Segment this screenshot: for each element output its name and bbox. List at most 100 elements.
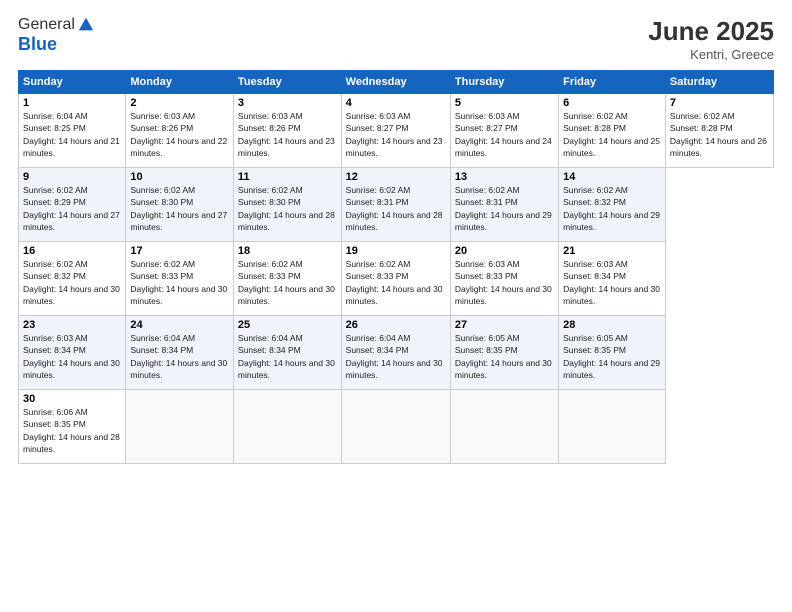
calendar-cell: 19Sunrise: 6:02 AMSunset: 8:33 PMDayligh… xyxy=(341,242,450,316)
page: General Blue June 2025 Kentri, Greece Su… xyxy=(0,0,792,612)
day-info: Sunrise: 6:02 AMSunset: 8:32 PMDaylight:… xyxy=(23,258,121,307)
day-info: Sunrise: 6:02 AMSunset: 8:33 PMDaylight:… xyxy=(346,258,446,307)
day-info: Sunrise: 6:03 AMSunset: 8:26 PMDaylight:… xyxy=(238,110,337,159)
day-info: Sunrise: 6:04 AMSunset: 8:34 PMDaylight:… xyxy=(238,332,337,381)
day-number: 18 xyxy=(238,245,337,257)
day-number: 11 xyxy=(238,171,337,183)
col-header-thursday: Thursday xyxy=(450,71,558,94)
day-number: 20 xyxy=(455,245,554,257)
day-info: Sunrise: 6:02 AMSunset: 8:29 PMDaylight:… xyxy=(23,184,121,233)
day-number: 5 xyxy=(455,97,554,109)
calendar-cell: 18Sunrise: 6:02 AMSunset: 8:33 PMDayligh… xyxy=(233,242,341,316)
day-number: 21 xyxy=(563,245,661,257)
col-header-monday: Monday xyxy=(126,71,234,94)
month-year: June 2025 xyxy=(648,16,774,47)
day-info: Sunrise: 6:02 AMSunset: 8:28 PMDaylight:… xyxy=(670,110,769,159)
week-row-3: 16Sunrise: 6:02 AMSunset: 8:32 PMDayligh… xyxy=(19,242,774,316)
col-header-wednesday: Wednesday xyxy=(341,71,450,94)
day-number: 1 xyxy=(23,97,121,109)
day-info: Sunrise: 6:03 AMSunset: 8:27 PMDaylight:… xyxy=(346,110,446,159)
day-info: Sunrise: 6:02 AMSunset: 8:30 PMDaylight:… xyxy=(238,184,337,233)
day-number: 24 xyxy=(130,319,229,331)
day-number: 26 xyxy=(346,319,446,331)
day-info: Sunrise: 6:05 AMSunset: 8:35 PMDaylight:… xyxy=(563,332,661,381)
day-info: Sunrise: 6:03 AMSunset: 8:33 PMDaylight:… xyxy=(455,258,554,307)
col-header-saturday: Saturday xyxy=(665,71,773,94)
day-info: Sunrise: 6:02 AMSunset: 8:31 PMDaylight:… xyxy=(455,184,554,233)
day-number: 25 xyxy=(238,319,337,331)
col-header-friday: Friday xyxy=(559,71,666,94)
day-number: 6 xyxy=(563,97,661,109)
calendar-cell: 13Sunrise: 6:02 AMSunset: 8:31 PMDayligh… xyxy=(450,168,558,242)
day-info: Sunrise: 6:03 AMSunset: 8:26 PMDaylight:… xyxy=(130,110,229,159)
calendar-cell xyxy=(450,390,558,464)
day-number: 2 xyxy=(130,97,229,109)
col-header-tuesday: Tuesday xyxy=(233,71,341,94)
day-number: 17 xyxy=(130,245,229,257)
calendar-cell: 1Sunrise: 6:04 AMSunset: 8:25 PMDaylight… xyxy=(19,94,126,168)
calendar-cell: 12Sunrise: 6:02 AMSunset: 8:31 PMDayligh… xyxy=(341,168,450,242)
day-info: Sunrise: 6:06 AMSunset: 8:35 PMDaylight:… xyxy=(23,406,121,455)
calendar-cell: 27Sunrise: 6:05 AMSunset: 8:35 PMDayligh… xyxy=(450,316,558,390)
header: General Blue June 2025 Kentri, Greece xyxy=(18,16,774,62)
calendar-cell: 7Sunrise: 6:02 AMSunset: 8:28 PMDaylight… xyxy=(665,94,773,168)
calendar-cell: 28Sunrise: 6:05 AMSunset: 8:35 PMDayligh… xyxy=(559,316,666,390)
calendar-cell: 25Sunrise: 6:04 AMSunset: 8:34 PMDayligh… xyxy=(233,316,341,390)
calendar-body: 1Sunrise: 6:04 AMSunset: 8:25 PMDaylight… xyxy=(19,94,774,464)
calendar-cell: 16Sunrise: 6:02 AMSunset: 8:32 PMDayligh… xyxy=(19,242,126,316)
day-number: 30 xyxy=(23,393,121,405)
calendar-cell: 2Sunrise: 6:03 AMSunset: 8:26 PMDaylight… xyxy=(126,94,234,168)
day-number: 4 xyxy=(346,97,446,109)
calendar-cell: 3Sunrise: 6:03 AMSunset: 8:26 PMDaylight… xyxy=(233,94,341,168)
calendar-cell: 9Sunrise: 6:02 AMSunset: 8:29 PMDaylight… xyxy=(19,168,126,242)
day-info: Sunrise: 6:03 AMSunset: 8:34 PMDaylight:… xyxy=(563,258,661,307)
day-info: Sunrise: 6:02 AMSunset: 8:33 PMDaylight:… xyxy=(238,258,337,307)
day-number: 19 xyxy=(346,245,446,257)
calendar-cell xyxy=(233,390,341,464)
day-number: 16 xyxy=(23,245,121,257)
day-number: 28 xyxy=(563,319,661,331)
calendar-cell: 11Sunrise: 6:02 AMSunset: 8:30 PMDayligh… xyxy=(233,168,341,242)
logo-icon xyxy=(77,16,95,34)
week-row-5: 30Sunrise: 6:06 AMSunset: 8:35 PMDayligh… xyxy=(19,390,774,464)
calendar-cell: 5Sunrise: 6:03 AMSunset: 8:27 PMDaylight… xyxy=(450,94,558,168)
day-info: Sunrise: 6:02 AMSunset: 8:28 PMDaylight:… xyxy=(563,110,661,159)
calendar-cell: 17Sunrise: 6:02 AMSunset: 8:33 PMDayligh… xyxy=(126,242,234,316)
title-block: June 2025 Kentri, Greece xyxy=(648,16,774,62)
calendar-cell: 14Sunrise: 6:02 AMSunset: 8:32 PMDayligh… xyxy=(559,168,666,242)
logo-blue-text: Blue xyxy=(18,34,95,55)
calendar-cell: 30Sunrise: 6:06 AMSunset: 8:35 PMDayligh… xyxy=(19,390,126,464)
calendar-cell: 6Sunrise: 6:02 AMSunset: 8:28 PMDaylight… xyxy=(559,94,666,168)
day-number: 13 xyxy=(455,171,554,183)
day-number: 10 xyxy=(130,171,229,183)
day-number: 27 xyxy=(455,319,554,331)
week-row-4: 23Sunrise: 6:03 AMSunset: 8:34 PMDayligh… xyxy=(19,316,774,390)
day-info: Sunrise: 6:04 AMSunset: 8:34 PMDaylight:… xyxy=(346,332,446,381)
day-info: Sunrise: 6:02 AMSunset: 8:30 PMDaylight:… xyxy=(130,184,229,233)
day-info: Sunrise: 6:02 AMSunset: 8:32 PMDaylight:… xyxy=(563,184,661,233)
calendar-cell: 21Sunrise: 6:03 AMSunset: 8:34 PMDayligh… xyxy=(559,242,666,316)
calendar-cell: 24Sunrise: 6:04 AMSunset: 8:34 PMDayligh… xyxy=(126,316,234,390)
day-info: Sunrise: 6:02 AMSunset: 8:31 PMDaylight:… xyxy=(346,184,446,233)
calendar-cell xyxy=(126,390,234,464)
day-info: Sunrise: 6:02 AMSunset: 8:33 PMDaylight:… xyxy=(130,258,229,307)
calendar-cell: 26Sunrise: 6:04 AMSunset: 8:34 PMDayligh… xyxy=(341,316,450,390)
day-info: Sunrise: 6:03 AMSunset: 8:34 PMDaylight:… xyxy=(23,332,121,381)
calendar-header-row: SundayMondayTuesdayWednesdayThursdayFrid… xyxy=(19,71,774,94)
day-info: Sunrise: 6:05 AMSunset: 8:35 PMDaylight:… xyxy=(455,332,554,381)
day-number: 7 xyxy=(670,97,769,109)
calendar-cell: 10Sunrise: 6:02 AMSunset: 8:30 PMDayligh… xyxy=(126,168,234,242)
week-row-1: 1Sunrise: 6:04 AMSunset: 8:25 PMDaylight… xyxy=(19,94,774,168)
week-row-2: 9Sunrise: 6:02 AMSunset: 8:29 PMDaylight… xyxy=(19,168,774,242)
location: Kentri, Greece xyxy=(648,47,774,62)
calendar-cell: 23Sunrise: 6:03 AMSunset: 8:34 PMDayligh… xyxy=(19,316,126,390)
day-number: 14 xyxy=(563,171,661,183)
logo-general-text: General xyxy=(18,16,75,34)
day-number: 3 xyxy=(238,97,337,109)
calendar-table: SundayMondayTuesdayWednesdayThursdayFrid… xyxy=(18,70,774,464)
calendar-cell: 20Sunrise: 6:03 AMSunset: 8:33 PMDayligh… xyxy=(450,242,558,316)
day-number: 23 xyxy=(23,319,121,331)
day-info: Sunrise: 6:03 AMSunset: 8:27 PMDaylight:… xyxy=(455,110,554,159)
day-number: 9 xyxy=(23,171,121,183)
calendar-cell xyxy=(559,390,666,464)
